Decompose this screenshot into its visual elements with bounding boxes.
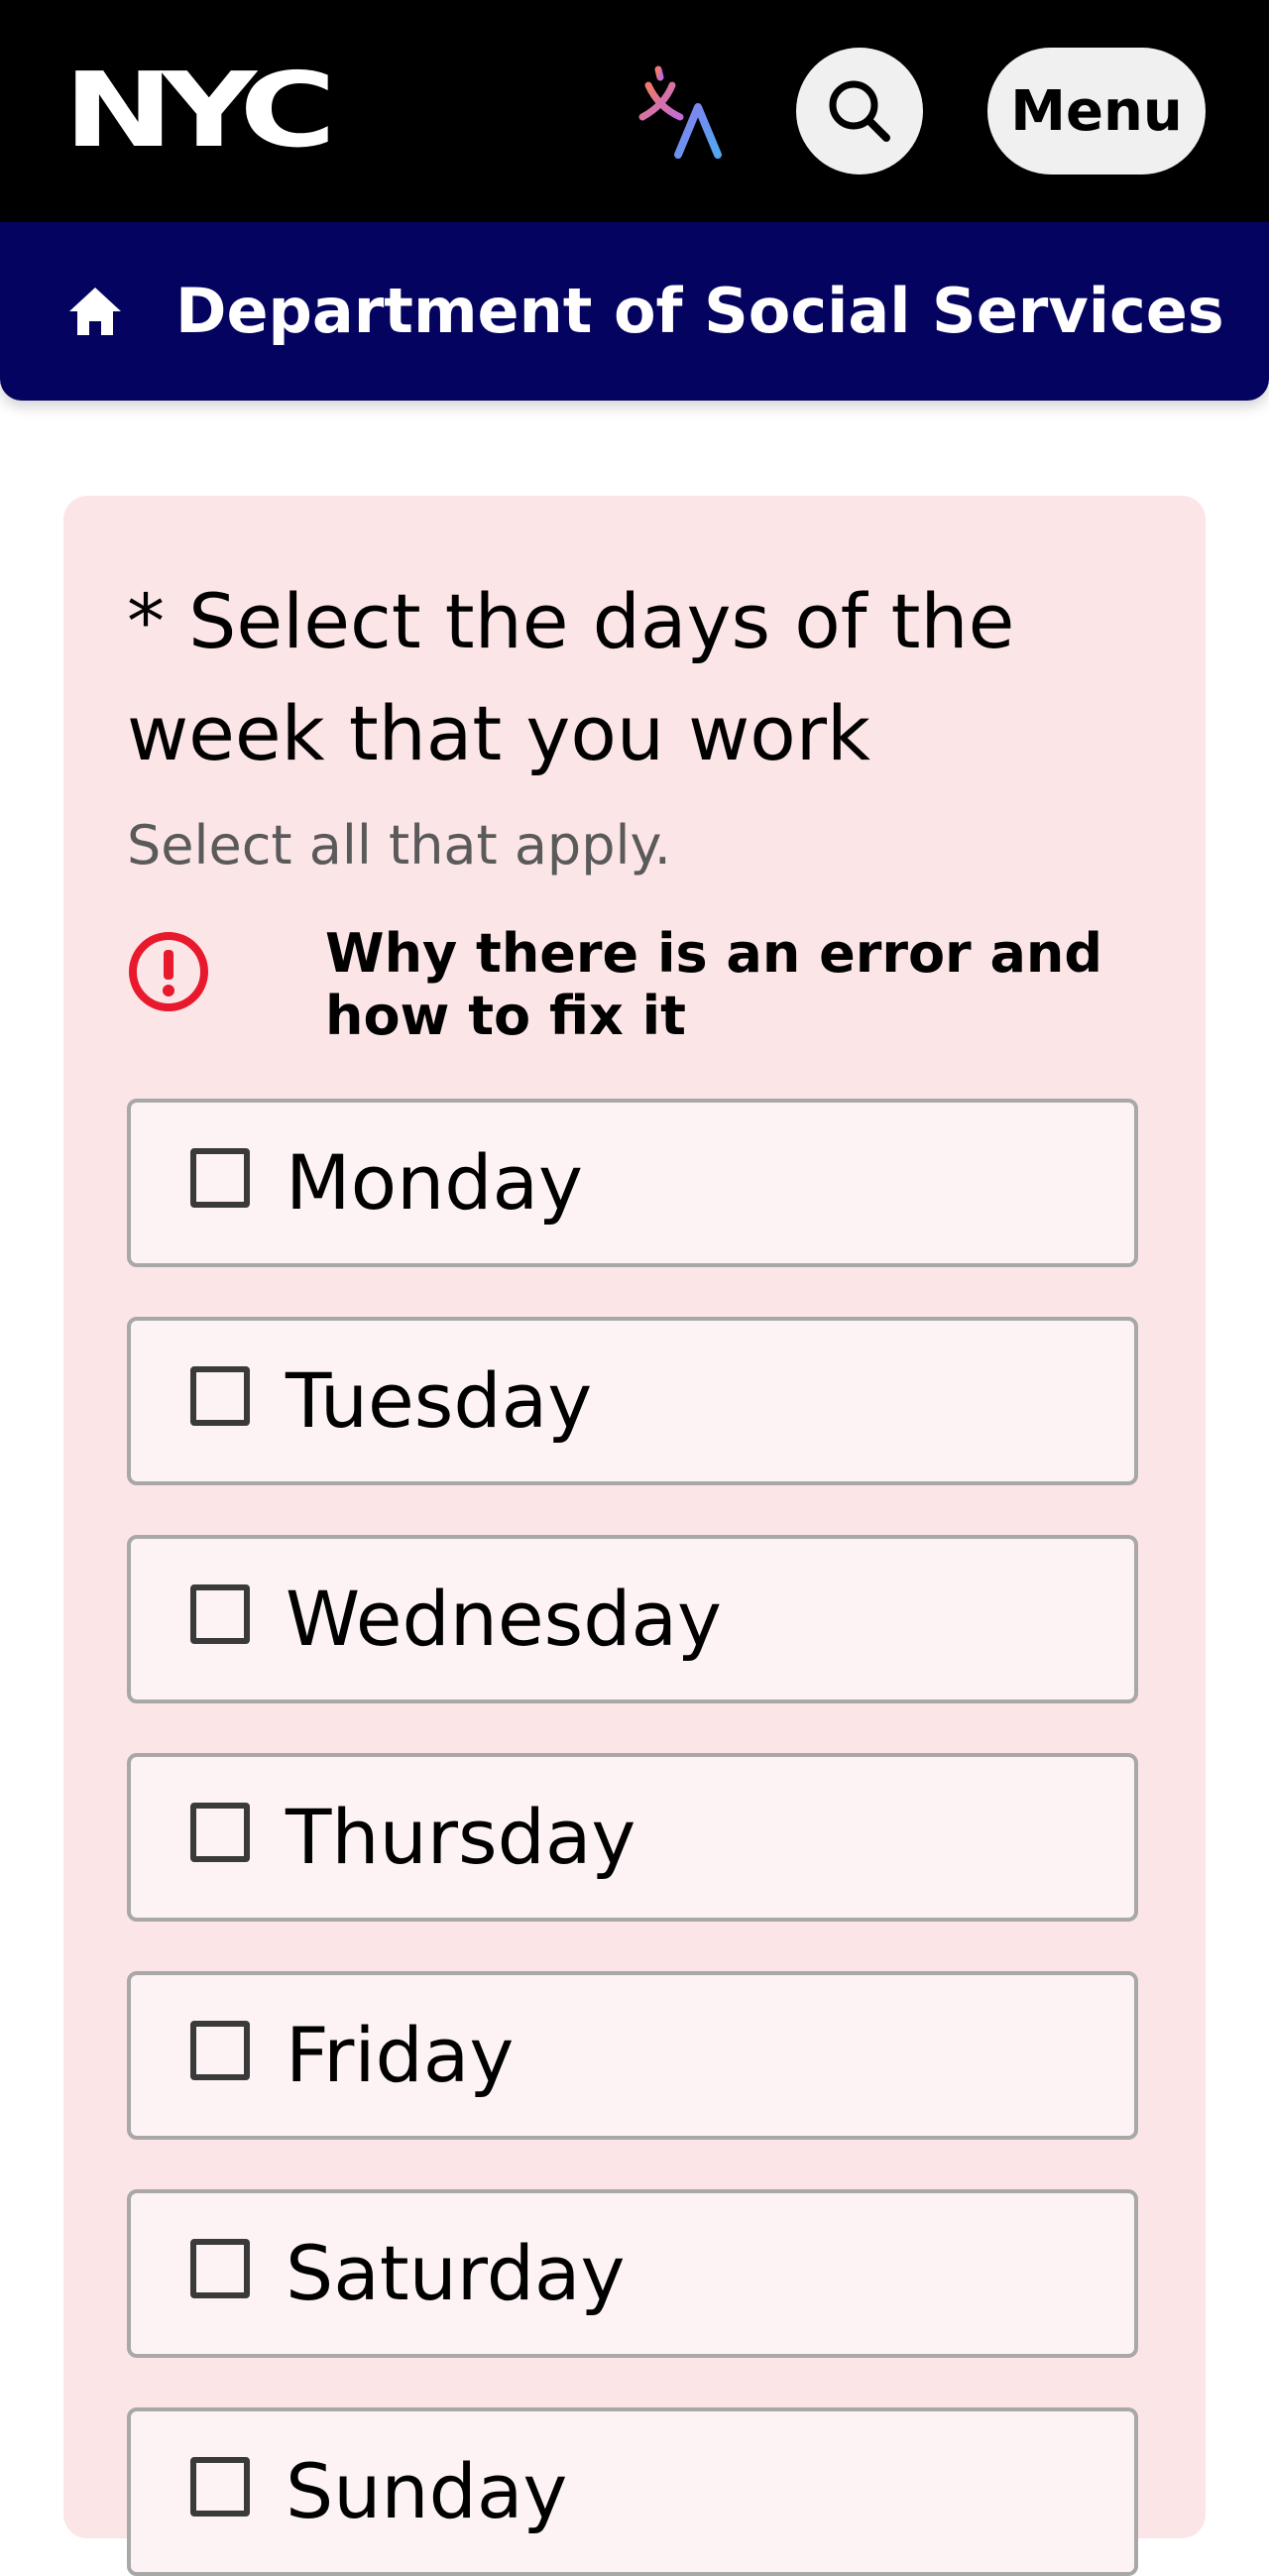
checkbox-option-thursday[interactable]: Thursday xyxy=(127,1753,1138,1922)
translate-icon xyxy=(636,65,722,159)
checkbox[interactable] xyxy=(190,1584,250,1644)
home-icon[interactable] xyxy=(65,284,125,339)
translate-button[interactable] xyxy=(634,63,734,163)
checkbox-option-sunday[interactable]: Sunday xyxy=(127,2407,1138,2576)
question-hint: Select all that apply. xyxy=(127,814,671,877)
checkbox-option-monday[interactable]: Monday xyxy=(127,1099,1138,1267)
search-icon xyxy=(829,80,890,142)
error-icon xyxy=(129,932,208,1011)
checkbox-label: Sunday xyxy=(286,2447,568,2535)
checkbox-option-friday[interactable]: Friday xyxy=(127,1971,1138,2140)
checkbox[interactable] xyxy=(190,2239,250,2298)
error-text: Why there is an error and how to fix it xyxy=(325,922,1103,1047)
checkbox-option-saturday[interactable]: Saturday xyxy=(127,2189,1138,2358)
checkbox-label: Wednesday xyxy=(286,1575,723,1663)
checkbox[interactable] xyxy=(190,2021,250,2080)
menu-button[interactable]: Menu xyxy=(987,48,1206,175)
site-header: NYC Menu xyxy=(0,0,1269,222)
checkbox[interactable] xyxy=(190,2457,250,2517)
checkbox-label: Saturday xyxy=(286,2229,626,2317)
question-heading: * Select the days of the week that you w… xyxy=(127,577,1015,777)
checkbox-option-wednesday[interactable]: Wednesday xyxy=(127,1535,1138,1703)
work-days-question-card: * Select the days of the week that you w… xyxy=(63,496,1206,2576)
checkbox-option-tuesday[interactable]: Tuesday xyxy=(127,1317,1138,1485)
department-title-link[interactable]: Department of Social Services xyxy=(175,270,1224,353)
checkbox-label: Monday xyxy=(286,1138,584,1227)
checkbox-label: Thursday xyxy=(286,1793,636,1881)
search-button[interactable] xyxy=(796,48,923,175)
checkbox[interactable] xyxy=(190,1803,250,1862)
checkbox[interactable] xyxy=(190,1366,250,1426)
checkbox-label: Friday xyxy=(286,2011,515,2099)
checkbox[interactable] xyxy=(190,1148,250,1208)
checkbox-label: Tuesday xyxy=(286,1356,593,1445)
department-banner: Department of Social Services xyxy=(0,222,1269,401)
nyc-logo[interactable]: NYC xyxy=(63,59,384,162)
